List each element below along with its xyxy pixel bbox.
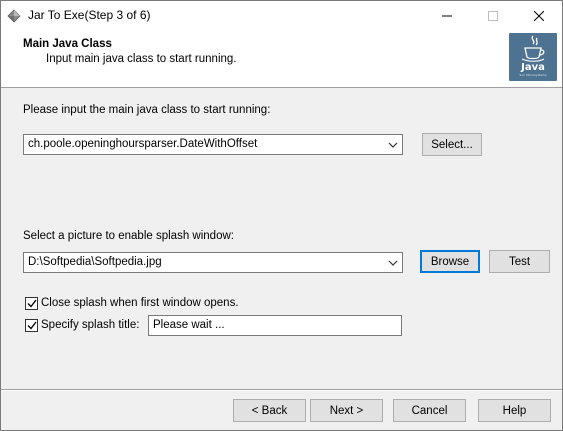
java-coffee-cup-icon — [521, 35, 545, 62]
java-logo: Java Sun Microsystems — [509, 33, 557, 81]
java-logo-tagline: Sun Microsystems — [519, 73, 547, 77]
title-bar[interactable]: Jar To Exe(Step 3 of 6) — [1, 1, 562, 31]
footer-separator-highlight — [1, 390, 562, 391]
close-splash-checkbox[interactable] — [25, 297, 38, 310]
minimize-icon — [442, 15, 452, 17]
specify-splash-title-checkbox[interactable] — [25, 319, 38, 332]
back-button[interactable]: < Back — [233, 399, 306, 422]
help-button[interactable]: Help — [478, 399, 551, 422]
close-button[interactable] — [516, 1, 562, 31]
test-splash-button[interactable]: Test — [489, 250, 550, 273]
java-logo-word: Java — [521, 62, 545, 73]
select-class-button[interactable]: Select... — [422, 133, 482, 156]
splash-title-input[interactable]: Please wait ... — [148, 315, 402, 336]
checkmark-icon — [27, 299, 37, 308]
wizard-header: Main Java Class Input main java class to… — [1, 31, 562, 88]
close-icon — [534, 11, 544, 21]
window-title: Jar To Exe(Step 3 of 6) — [28, 8, 151, 22]
gem-icon[interactable] — [7, 9, 21, 23]
maximize-button[interactable] — [470, 1, 516, 31]
step-title: Main Java Class — [23, 38, 112, 50]
next-button[interactable]: Next > — [310, 399, 383, 422]
checkmark-icon — [27, 321, 37, 330]
specify-splash-title-label[interactable]: Specify splash title: — [41, 319, 139, 331]
chevron-down-icon[interactable] — [387, 257, 399, 269]
jar-to-exe-wizard-window: Jar To Exe(Step 3 of 6) Main Java Class … — [0, 0, 563, 431]
splash-picture-prompt: Select a picture to enable splash window… — [23, 230, 234, 242]
maximize-icon — [488, 11, 498, 21]
chevron-down-icon[interactable] — [387, 139, 399, 151]
step-subtitle: Input main java class to start running. — [46, 53, 237, 65]
splash-picture-combobox[interactable]: D:\Softpedia\Softpedia.jpg — [23, 252, 403, 273]
browse-button[interactable]: Browse — [420, 250, 480, 273]
main-class-combobox[interactable]: ch.poole.openinghoursparser.DateWithOffs… — [23, 134, 403, 155]
main-class-value: ch.poole.openinghoursparser.DateWithOffs… — [28, 138, 258, 150]
splash-picture-path: D:\Softpedia\Softpedia.jpg — [28, 256, 162, 268]
cancel-button[interactable]: Cancel — [393, 399, 466, 422]
minimize-button[interactable] — [424, 1, 470, 31]
close-splash-label[interactable]: Close splash when first window opens. — [41, 297, 239, 309]
main-class-prompt: Please input the main java class to star… — [23, 104, 271, 116]
